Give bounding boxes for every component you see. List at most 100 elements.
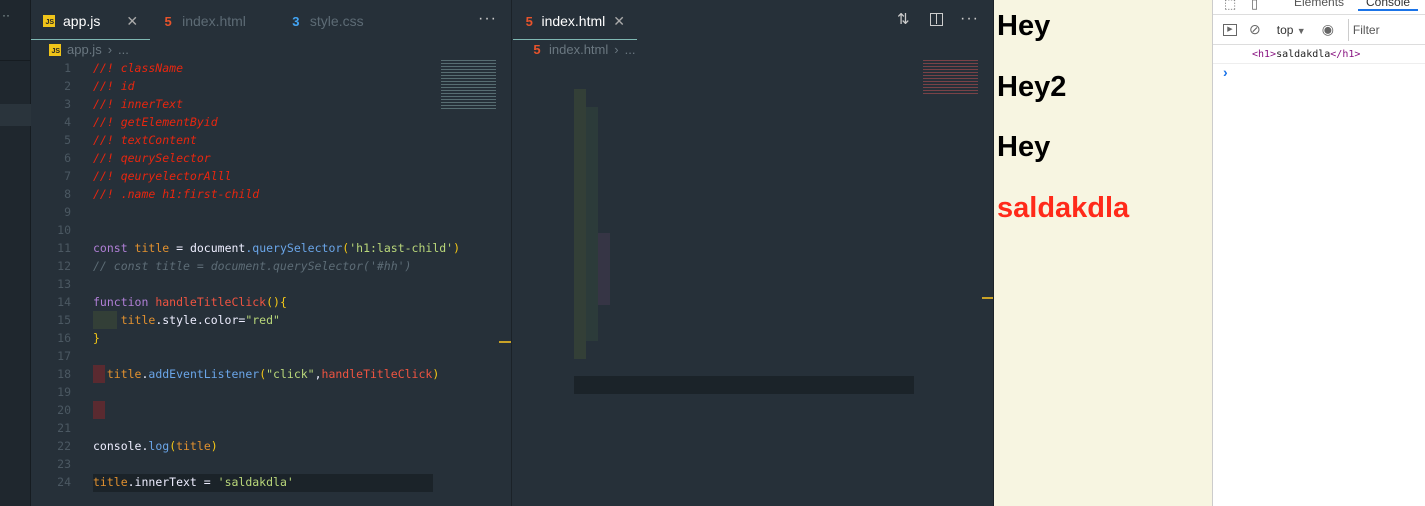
- code-line[interactable]: 11 const title = document.querySelector('…: [31, 239, 511, 257]
- code-line[interactable]: 2 <html lang="en">: [513, 70, 993, 88]
- code-line[interactable]: 20: [31, 401, 511, 419]
- code-line[interactable]: 3 //! innerText: [31, 95, 511, 113]
- sidebar-toggle-icon[interactable]: ▶: [1223, 23, 1237, 36]
- breadcrumb-symbol[interactable]: ...: [118, 42, 129, 57]
- code-token: //! innerText: [93, 97, 184, 111]
- code-token: =: [664, 162, 671, 176]
- context-select[interactable]: top ▼: [1277, 23, 1306, 37]
- code-token: =: [643, 72, 651, 86]
- tab-app-js[interactable]: JS app.js ✕: [31, 3, 151, 40]
- code-line[interactable]: 21: [31, 419, 511, 437]
- inspect-icon[interactable]: ⬚: [1224, 0, 1236, 12]
- more-icon[interactable]: ··: [2, 8, 10, 22]
- code-token: </: [671, 144, 686, 158]
- line-text: //! qeurySelector: [93, 149, 211, 167]
- code-token: html: [587, 360, 616, 374]
- code-line[interactable]: 19: [31, 383, 511, 401]
- code-token: >: [643, 144, 651, 158]
- code-token: >: [698, 288, 706, 302]
- code-token: "en": [650, 72, 678, 86]
- minimap[interactable]: [923, 60, 978, 95]
- code-token: style.css: [802, 162, 865, 176]
- line-text: // const title = document.querySelector(…: [93, 257, 412, 275]
- code-token: script: [761, 324, 803, 338]
- code-token: >: [691, 234, 699, 248]
- code-line[interactable]: 12 // const title = document.querySelecto…: [31, 257, 511, 275]
- breadcrumb-file[interactable]: index.html: [549, 42, 608, 57]
- line-text: title.innerText = 'saldakdla': [93, 473, 294, 491]
- code-token: "UTF-8": [698, 108, 748, 122]
- code-line[interactable]: 18 </html>: [513, 358, 993, 376]
- code-line[interactable]: 16}: [31, 329, 511, 347]
- tab-index-html[interactable]: 5 index.html ✕: [513, 3, 637, 40]
- tab-style-css[interactable]: 3 style.css: [278, 3, 376, 39]
- close-icon[interactable]: ✕: [613, 13, 625, 30]
- code-line[interactable]: 4 //! getElementByid: [31, 113, 511, 131]
- code-line[interactable]: 2 //! id: [31, 77, 511, 95]
- code-token: title: [93, 475, 128, 489]
- split-editor-icon[interactable]: [930, 13, 943, 26]
- code-token: >: [677, 72, 685, 86]
- console-prompt[interactable]: ›: [1213, 64, 1425, 80]
- line-number: 23: [57, 457, 71, 471]
- line-number: 2: [64, 79, 71, 93]
- code-token: >: [636, 288, 644, 302]
- clear-console-icon[interactable]: ⊘: [1249, 21, 1261, 38]
- code-line[interactable]: 18 title.addEventListener("click",handle…: [31, 365, 511, 383]
- breadcrumb-symbol[interactable]: ...: [625, 42, 636, 57]
- code-line[interactable]: 7 //! qeuryelectorAlll: [31, 167, 511, 185]
- code-line[interactable]: 13: [31, 275, 511, 293]
- device-toggle-icon[interactable]: ▯: [1251, 0, 1258, 12]
- compare-changes-icon[interactable]: ⇅: [897, 10, 910, 28]
- line-text: </html>: [574, 358, 623, 376]
- code-line[interactable]: 5 //! textContent: [31, 131, 511, 149]
- line-text: <html lang="en">: [574, 70, 685, 88]
- code-token: app.js: [691, 324, 734, 338]
- code-line[interactable]: 23: [31, 455, 511, 473]
- code-token: >: [622, 198, 630, 212]
- more-actions-icon[interactable]: ···: [960, 10, 979, 28]
- js-file-icon: JS: [49, 43, 61, 56]
- code-token: //! id: [93, 79, 135, 93]
- code-line[interactable]: 6 //! qeurySelector: [31, 149, 511, 167]
- tab-elements[interactable]: Elements: [1294, 0, 1344, 9]
- code-token: title: [134, 241, 170, 255]
- line-number: 4: [542, 108, 549, 122]
- filter-input[interactable]: Filter: [1347, 18, 1408, 41]
- tab-index-html[interactable]: 5 index.html: [150, 3, 258, 39]
- minimap[interactable]: [441, 60, 496, 110]
- more-actions-icon[interactable]: ···: [478, 10, 497, 28]
- code-line[interactable]: 10: [31, 221, 511, 239]
- code-line[interactable]: 24 title.innerText = 'saldakdla': [31, 473, 511, 491]
- code-line[interactable]: 9: [31, 203, 511, 221]
- code-token: body: [594, 198, 623, 212]
- code-token: addEventListener: [148, 367, 260, 381]
- console-log-entry[interactable]: <h1>saldakdla</h1>: [1213, 45, 1425, 64]
- code-token: =: [650, 216, 658, 230]
- line-text: //! .name h1:first-child: [93, 185, 259, 203]
- code-token: //! qeuryelectorAlll: [93, 169, 232, 183]
- code-token: id: [636, 216, 651, 230]
- code-line[interactable]: 22 console.log(title): [31, 437, 511, 455]
- index-html-editor[interactable]: 5 index.html ✕ ⇅ ··· 5 index.html ›... 1 <!DO…: [513, 0, 994, 506]
- line-number: 21: [57, 421, 71, 435]
- code-line[interactable]: 15 title.style.color="red": [31, 311, 511, 329]
- code-token: title: [176, 439, 211, 453]
- editor-tabs: 5 index.html ✕: [513, 3, 993, 40]
- tab-label: index.html: [182, 13, 246, 29]
- tab-console[interactable]: Console: [1358, 0, 1419, 11]
- code-token: Hey2: [643, 252, 671, 266]
- code-line[interactable]: 17: [31, 347, 511, 365]
- eye-icon[interactable]: ◉: [1322, 21, 1334, 38]
- line-number: 1: [64, 61, 71, 75]
- close-icon[interactable]: ✕: [126, 13, 138, 30]
- code-line[interactable]: 1 //! className: [31, 59, 511, 77]
- code-token: </: [670, 252, 685, 266]
- code-token: </: [664, 270, 678, 284]
- line-number: 7: [542, 162, 549, 176]
- app-js-editor[interactable]: JS app.js ✕ 5 index.html 3 style.css ··· JS a…: [31, 0, 512, 506]
- breadcrumb-file[interactable]: app.js: [67, 42, 102, 57]
- code-token: "stylesheet": [670, 162, 761, 176]
- code-line[interactable]: 8 //! .name h1:first-child: [31, 185, 511, 203]
- code-line[interactable]: 14 function handleTitleClick(){: [31, 293, 511, 311]
